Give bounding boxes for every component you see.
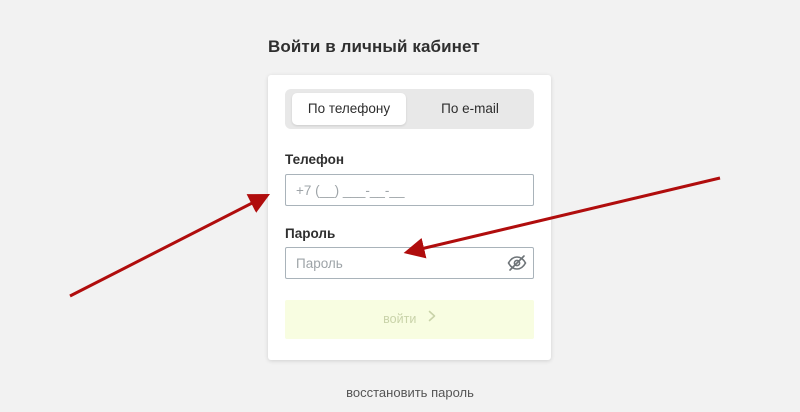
tab-email[interactable]: По e-mail — [412, 93, 528, 125]
eye-off-icon[interactable] — [507, 254, 527, 272]
restore-password-link[interactable]: восстановить пароль — [0, 385, 800, 400]
phone-label: Телефон — [285, 152, 345, 167]
login-method-tabs: По телефону По e-mail — [285, 89, 534, 129]
arrow-to-phone-input — [69, 193, 271, 298]
login-button-label: войти — [383, 312, 417, 326]
login-card: По телефону По e-mail Телефон Пароль вой… — [268, 75, 551, 360]
password-input[interactable] — [285, 247, 534, 279]
password-label: Пароль — [285, 226, 336, 241]
chevron-right-icon — [428, 299, 436, 338]
phone-input[interactable] — [285, 174, 534, 206]
tab-phone[interactable]: По телефону — [292, 93, 406, 125]
page-title: Войти в личный кабинет — [268, 37, 480, 56]
login-button[interactable]: войти — [285, 300, 534, 339]
